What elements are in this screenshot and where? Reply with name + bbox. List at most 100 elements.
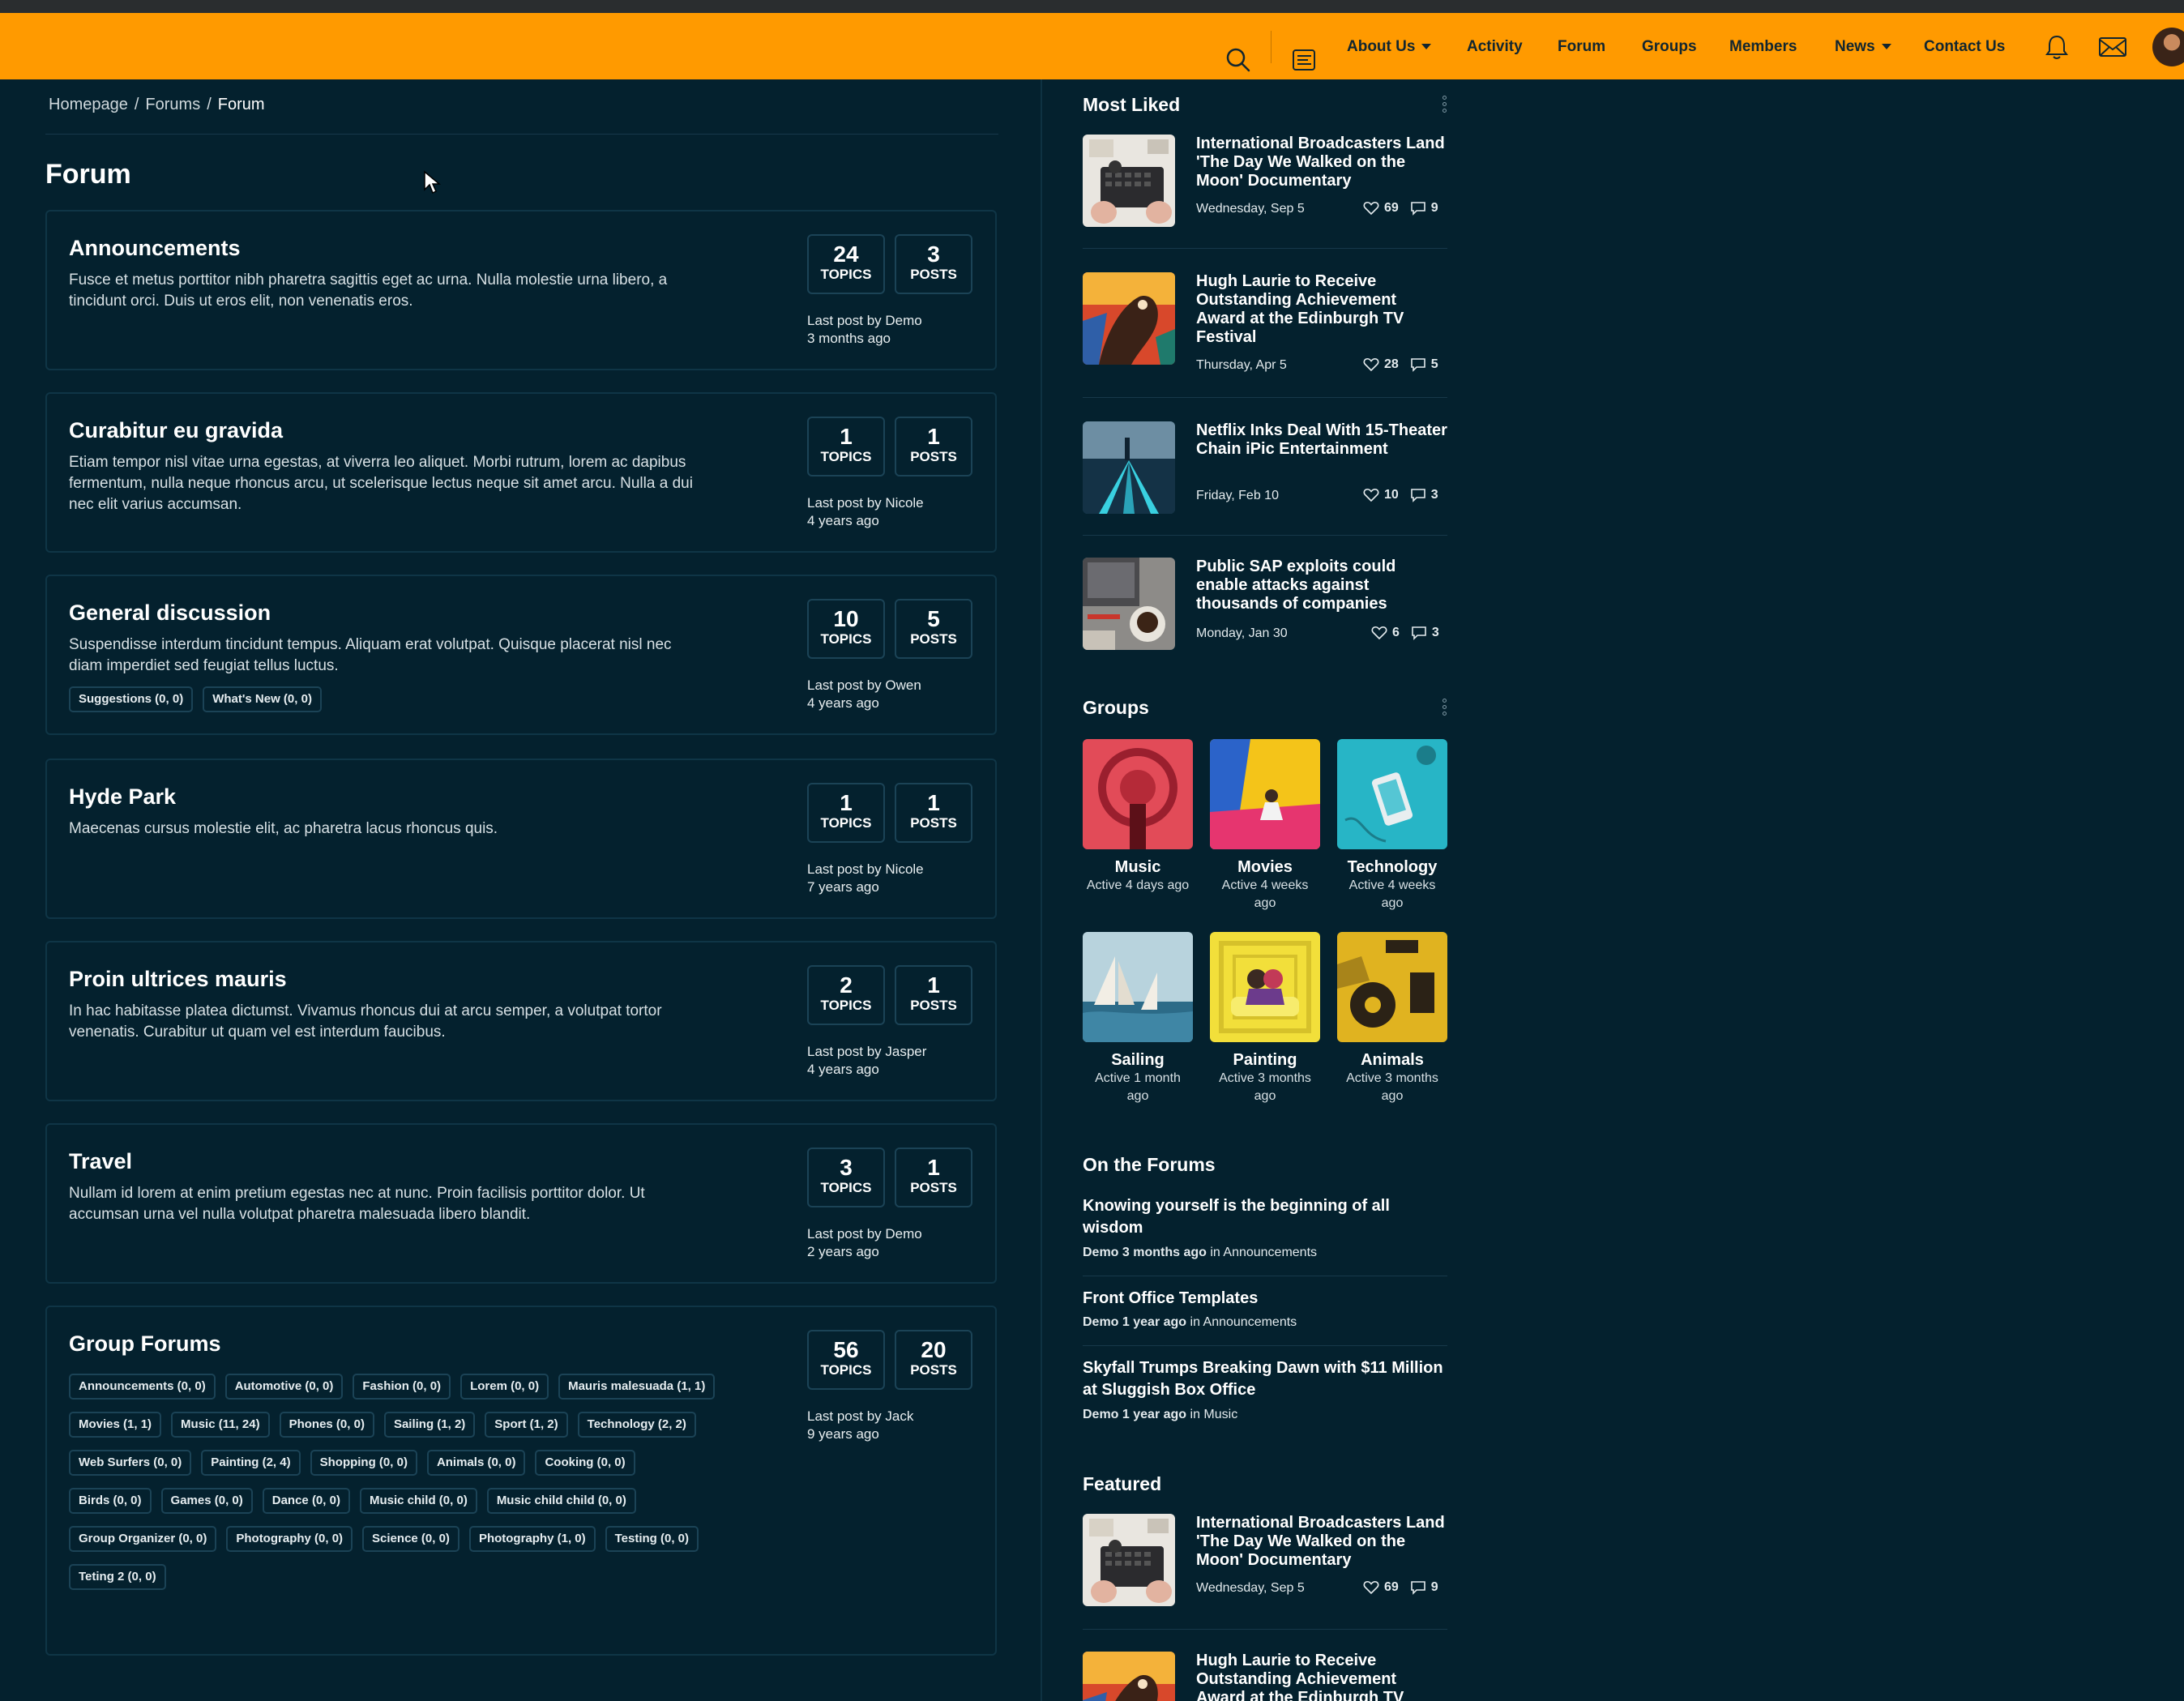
subforum-tag[interactable]: Group Organizer (0, 0) <box>69 1526 217 1552</box>
last-post: Last post by Jack 9 years ago <box>807 1408 914 1442</box>
subforum-tag[interactable]: Phones (0, 0) <box>279 1412 374 1438</box>
comment-icon[interactable] <box>1410 357 1426 372</box>
subforum-tag[interactable]: Web Surfers (0, 0) <box>69 1450 192 1476</box>
subforum-tag[interactable]: Mauris malesuada (1, 1) <box>558 1374 716 1400</box>
post-title[interactable]: Hugh Laurie to Receive Outstanding Achie… <box>1196 272 1447 347</box>
heart-icon[interactable] <box>1363 488 1379 502</box>
subforum-tag[interactable]: Science (0, 0) <box>362 1526 459 1552</box>
forum-description: Fusce et metus porttitor nibh pharetra s… <box>69 271 668 310</box>
forum-title[interactable]: Announcements <box>69 236 241 261</box>
featured-title: Featured <box>1083 1473 1162 1494</box>
breadcrumb: Homepage / Forums / Forum <box>49 96 265 113</box>
heart-icon[interactable] <box>1371 626 1387 640</box>
group-card-animals[interactable]: Animals Active 3 months ago <box>1337 932 1447 1105</box>
subforum-tag[interactable]: What's New (0, 0) <box>203 686 322 712</box>
subforum-tag[interactable]: Suggestions (0, 0) <box>69 686 194 712</box>
subforum-tag[interactable]: Sailing (1, 2) <box>383 1412 476 1438</box>
envelope-icon[interactable] <box>2097 32 2126 62</box>
breadcrumb-homepage[interactable]: Homepage <box>49 96 128 113</box>
post-title[interactable]: Netflix Inks Deal With 15-Theater Chain … <box>1196 421 1447 459</box>
featured-post[interactable]: Hugh Laurie to Receive Outstanding Achie… <box>1083 1652 1447 1701</box>
group-card-sailing[interactable]: Sailing Active 1 month ago <box>1083 932 1193 1105</box>
most-liked-post[interactable]: Netflix Inks Deal With 15-Theater Chain … <box>1083 421 1447 514</box>
heart-icon[interactable] <box>1363 357 1379 372</box>
nav-contact-us[interactable]: Contact Us <box>1924 34 2005 60</box>
comment-icon[interactable] <box>1410 488 1426 502</box>
group-image <box>1210 932 1320 1042</box>
subforum-tag[interactable]: Technology (2, 2) <box>577 1412 696 1438</box>
subforum-tag[interactable]: Dance (0, 0) <box>262 1488 350 1514</box>
comment-icon[interactable] <box>1410 201 1426 216</box>
subforum-tag[interactable]: Lorem (0, 0) <box>460 1374 549 1400</box>
page-title: Forum <box>45 159 131 190</box>
nav-groups[interactable]: Groups <box>1642 34 1697 60</box>
search-icon[interactable] <box>1224 45 1253 75</box>
most-liked-post[interactable]: International Broadcasters Land 'The Day… <box>1083 135 1447 227</box>
more-options-icon[interactable] <box>1442 96 1447 117</box>
post-title[interactable]: Public SAP exploits could enable attacks… <box>1196 558 1447 613</box>
posts-count: 1 POSTS <box>895 965 972 1025</box>
subforum-tag[interactable]: Announcements (0, 0) <box>69 1374 216 1400</box>
subforum-tag[interactable]: Testing (0, 0) <box>605 1526 699 1552</box>
forum-title[interactable]: Group Forums <box>69 1331 221 1357</box>
heart-icon[interactable] <box>1363 201 1379 216</box>
column-divider <box>1041 79 1042 1701</box>
comment-icon[interactable] <box>1411 626 1427 640</box>
comment-icon[interactable] <box>1410 1580 1426 1595</box>
post-stats: 69 9 <box>1363 1580 1438 1595</box>
group-card-painting[interactable]: Painting Active 3 months ago <box>1210 932 1320 1105</box>
nav-about-us[interactable]: About Us <box>1347 34 1432 60</box>
forum-topic-link[interactable]: Knowing yourself is the beginning of all… <box>1083 1195 1447 1239</box>
subforum-tag[interactable]: Teting 2 (0, 0) <box>69 1564 166 1590</box>
menu-lines-icon[interactable] <box>1290 45 1319 75</box>
post-title[interactable]: Hugh Laurie to Receive Outstanding Achie… <box>1196 1652 1447 1701</box>
most-liked-post[interactable]: Public SAP exploits could enable attacks… <box>1083 558 1447 650</box>
subforum-tag[interactable]: Music child child (0, 0) <box>486 1488 636 1514</box>
group-card-music[interactable]: Music Active 4 days ago <box>1083 739 1193 895</box>
subforum-tag[interactable]: Painting (2, 4) <box>201 1450 301 1476</box>
horse-art-thumbnail <box>1083 1652 1175 1701</box>
forum-title[interactable]: General discussion <box>69 600 271 626</box>
nav-divider <box>1271 31 1272 63</box>
subforum-tag[interactable]: Sport (1, 2) <box>485 1412 568 1438</box>
forum-title[interactable]: Proin ultrices mauris <box>69 967 287 992</box>
subforum-tag[interactable]: Photography (1, 0) <box>468 1526 596 1552</box>
keyboard-thumbnail <box>1083 135 1175 227</box>
subforum-tag[interactable]: Games (0, 0) <box>160 1488 253 1514</box>
nav-members[interactable]: Members <box>1729 34 1797 60</box>
breadcrumb-forums[interactable]: Forums <box>145 96 200 113</box>
subforum-tag[interactable]: Fashion (0, 0) <box>353 1374 451 1400</box>
forum-title[interactable]: Travel <box>69 1149 132 1174</box>
post-date: Wednesday, Sep 5 <box>1196 202 1305 216</box>
more-options-icon[interactable] <box>1442 699 1447 720</box>
most-liked-post[interactable]: Hugh Laurie to Receive Outstanding Achie… <box>1083 272 1447 372</box>
forum-topic-link[interactable]: Front Office Templates <box>1083 1288 1447 1310</box>
subforum-tag[interactable]: Music (11, 24) <box>171 1412 270 1438</box>
subforum-tag[interactable]: Cooking (0, 0) <box>535 1450 635 1476</box>
subforum-tag[interactable]: Automotive (0, 0) <box>224 1374 344 1400</box>
last-post: Last post by Demo 3 months ago <box>807 313 922 346</box>
topics-count: 3 TOPICS <box>807 1148 885 1207</box>
nav-news[interactable]: News <box>1835 34 1891 60</box>
heart-icon[interactable] <box>1363 1580 1379 1595</box>
group-image <box>1337 932 1447 1042</box>
subforum-tag[interactable]: Animals (0, 0) <box>426 1450 526 1476</box>
subforum-tag[interactable]: Movies (1, 1) <box>69 1412 162 1438</box>
group-card-movies[interactable]: Movies Active 4 weeks ago <box>1210 739 1320 912</box>
forum-topic-link[interactable]: Skyfall Trumps Breaking Dawn with $11 Mi… <box>1083 1357 1447 1401</box>
subforum-tag[interactable]: Shopping (0, 0) <box>310 1450 417 1476</box>
post-title[interactable]: International Broadcasters Land 'The Day… <box>1196 135 1447 190</box>
nav-activity[interactable]: Activity <box>1467 34 1523 60</box>
nav-forum[interactable]: Forum <box>1558 34 1605 60</box>
subforum-tag[interactable]: Photography (0, 0) <box>226 1526 353 1552</box>
forum-title[interactable]: Hyde Park <box>69 784 176 810</box>
forum-title[interactable]: Curabitur eu gravida <box>69 418 283 443</box>
forum-card-general-discussion: General discussion Suspendisse interdum … <box>45 575 997 735</box>
subforum-tag[interactable]: Music child (0, 0) <box>359 1488 477 1514</box>
group-card-technology[interactable]: Technology Active 4 weeks ago <box>1337 739 1447 912</box>
bell-icon[interactable] <box>2042 32 2071 62</box>
post-title[interactable]: International Broadcasters Land 'The Day… <box>1196 1514 1447 1570</box>
subforum-tag[interactable]: Birds (0, 0) <box>69 1488 152 1514</box>
featured-post[interactable]: International Broadcasters Land 'The Day… <box>1083 1514 1447 1606</box>
post-stats: 69 9 <box>1363 201 1438 216</box>
